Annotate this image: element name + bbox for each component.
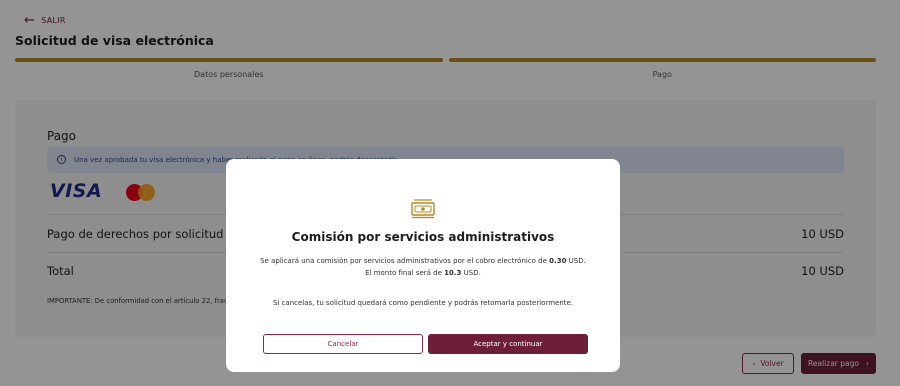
commission-dialog: Comisión por servicios administrativos S… [226, 159, 620, 372]
dialog-cancel-note: Si cancelas, tu solicitud quedará como p… [272, 299, 574, 307]
money-icon [411, 199, 435, 219]
final-amount: 10.3 [444, 269, 462, 277]
dialog-text-pre: Se aplicará una comisión por servicios a… [260, 257, 550, 265]
dialog-message: Se aplicará una comisión por servicios a… [260, 255, 586, 279]
cancel-button[interactable]: Cancelar [263, 334, 423, 354]
dialog-title: Comisión por servicios administrativos [291, 230, 555, 244]
accept-continue-button[interactable]: Aceptar y continuar [428, 334, 588, 354]
commission-amount: 0.30 [549, 257, 567, 265]
dialog-text-post: USD. [461, 269, 481, 277]
